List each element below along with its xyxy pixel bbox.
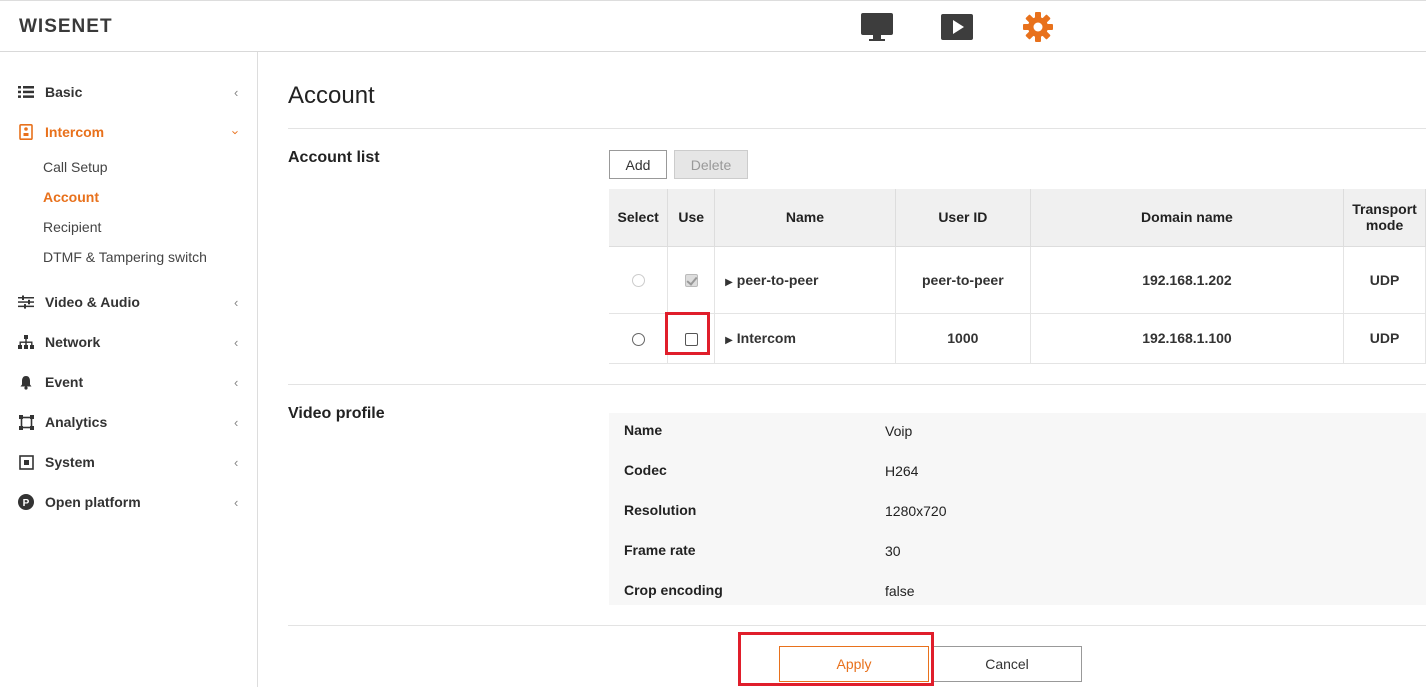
sidebar-item-event[interactable]: Event ‹ xyxy=(0,367,258,397)
sidebar: Basic ‹ Intercom ‹ Call Setup Account Re… xyxy=(0,52,258,687)
sidebar-item-network[interactable]: Network ‹ xyxy=(0,327,258,357)
sidebar-item-analytics[interactable]: Analytics ‹ xyxy=(0,407,258,437)
sidebar-item-label: Intercom xyxy=(45,124,105,140)
col-header-transport: Transport mode xyxy=(1343,189,1426,247)
apply-button[interactable]: Apply xyxy=(779,646,929,682)
expand-triangle-icon[interactable]: ▶ xyxy=(725,335,733,346)
chevron-left-icon: ‹ xyxy=(234,374,239,390)
add-button[interactable]: Add xyxy=(609,150,667,179)
chevron-left-icon: ‹ xyxy=(234,494,239,510)
play-icon[interactable] xyxy=(940,11,974,43)
top-header: WISENET xyxy=(0,0,1426,52)
account-name: peer-to-peer xyxy=(736,271,819,288)
sidebar-subitem-recipient[interactable]: Recipient xyxy=(43,219,101,235)
col-header-user-id: User ID xyxy=(895,189,1031,247)
col-header-select: Select xyxy=(609,189,669,247)
chevron-left-icon: ‹ xyxy=(234,334,239,350)
vp-field-label: Crop encoding xyxy=(624,582,723,598)
account-user-id: 1000 xyxy=(895,313,1031,364)
sidebar-item-video-audio[interactable]: Video & Audio ‹ xyxy=(0,287,258,317)
vp-field-label: Resolution xyxy=(624,502,697,518)
bell-icon xyxy=(18,374,34,390)
chevron-left-icon: ‹ xyxy=(234,294,239,310)
chevron-left-icon: ‹ xyxy=(234,414,239,430)
col-header-use: Use xyxy=(667,189,716,247)
vp-field-value: false xyxy=(885,583,915,599)
chevron-left-icon: ‹ xyxy=(234,84,239,100)
vp-field-value: Voip xyxy=(885,423,913,439)
select-radio[interactable] xyxy=(631,332,645,346)
network-icon xyxy=(18,334,34,350)
table-row[interactable]: ▶ peer-to-peer peer-to-peer 192.168.1.202… xyxy=(609,246,1426,314)
wisenet-logo: WISENET xyxy=(19,16,113,37)
account-user-id: peer-to-peer xyxy=(895,246,1031,314)
divider xyxy=(288,384,1426,385)
account-table: Select Use Name User ID Domain name Tran… xyxy=(609,189,1426,364)
account-list-label: Account list xyxy=(288,149,380,166)
chevron-down-icon: ‹ xyxy=(226,129,242,135)
account-name: Intercom xyxy=(736,330,796,346)
page-title: Account xyxy=(288,82,375,109)
sidebar-item-system[interactable]: System ‹ xyxy=(0,447,258,477)
select-radio[interactable] xyxy=(631,274,645,288)
divider xyxy=(288,128,1426,129)
sidebar-subitem-dtmf[interactable]: DTMF & Tampering switch xyxy=(43,249,207,265)
vp-field-label: Frame rate xyxy=(624,542,696,558)
sidebar-item-basic[interactable]: Basic ‹ xyxy=(0,77,258,107)
chevron-left-icon: ‹ xyxy=(234,454,239,470)
col-header-domain: Domain name xyxy=(1030,189,1345,247)
sidebar-subitem-call-setup[interactable]: Call Setup xyxy=(43,159,108,175)
vp-field-label: Name xyxy=(624,422,663,438)
list-icon xyxy=(18,84,34,100)
expand-triangle-icon[interactable]: ▶ xyxy=(725,277,733,288)
vp-field-value: 1280x720 xyxy=(885,503,947,519)
col-header-name: Name xyxy=(714,189,896,247)
sidebar-item-label: Video & Audio xyxy=(45,294,140,310)
analytics-icon xyxy=(18,414,34,430)
sidebar-item-label: Open platform xyxy=(45,494,141,510)
vp-field-label: Codec xyxy=(624,462,667,478)
use-checkbox[interactable] xyxy=(684,274,698,288)
vp-field-value: H264 xyxy=(885,463,919,479)
sidebar-item-open-platform[interactable]: P Open platform ‹ xyxy=(0,487,258,517)
system-icon xyxy=(18,454,34,470)
account-domain: 192.168.1.100 xyxy=(1030,313,1345,364)
sidebar-item-label: Analytics xyxy=(45,414,108,430)
delete-button[interactable]: Delete xyxy=(674,150,748,179)
sidebar-item-intercom[interactable]: Intercom ‹ xyxy=(0,117,258,147)
platform-icon: P xyxy=(18,494,34,510)
account-transport: UDP xyxy=(1343,246,1426,314)
sliders-icon xyxy=(18,294,34,310)
cancel-button[interactable]: Cancel xyxy=(932,646,1082,682)
sidebar-item-label: Basic xyxy=(45,84,83,100)
account-transport: UDP xyxy=(1343,313,1426,364)
video-profile-panel xyxy=(609,413,1426,605)
monitor-icon[interactable] xyxy=(860,11,894,43)
sidebar-subitem-account[interactable]: Account xyxy=(43,189,99,205)
sidebar-item-label: Event xyxy=(45,374,84,390)
sidebar-item-label: Network xyxy=(45,334,101,350)
svg-text:P: P xyxy=(23,498,30,509)
intercom-icon xyxy=(18,124,34,140)
vp-field-value: 30 xyxy=(885,543,901,559)
gear-icon[interactable] xyxy=(1021,11,1055,43)
table-row[interactable]: ▶ Intercom 1000 192.168.1.100 UDP xyxy=(609,313,1426,364)
use-checkbox[interactable] xyxy=(684,332,698,346)
divider xyxy=(288,625,1426,626)
sidebar-item-label: System xyxy=(45,454,95,470)
account-domain: 192.168.1.202 xyxy=(1030,246,1345,314)
video-profile-label: Video profile xyxy=(288,405,385,422)
